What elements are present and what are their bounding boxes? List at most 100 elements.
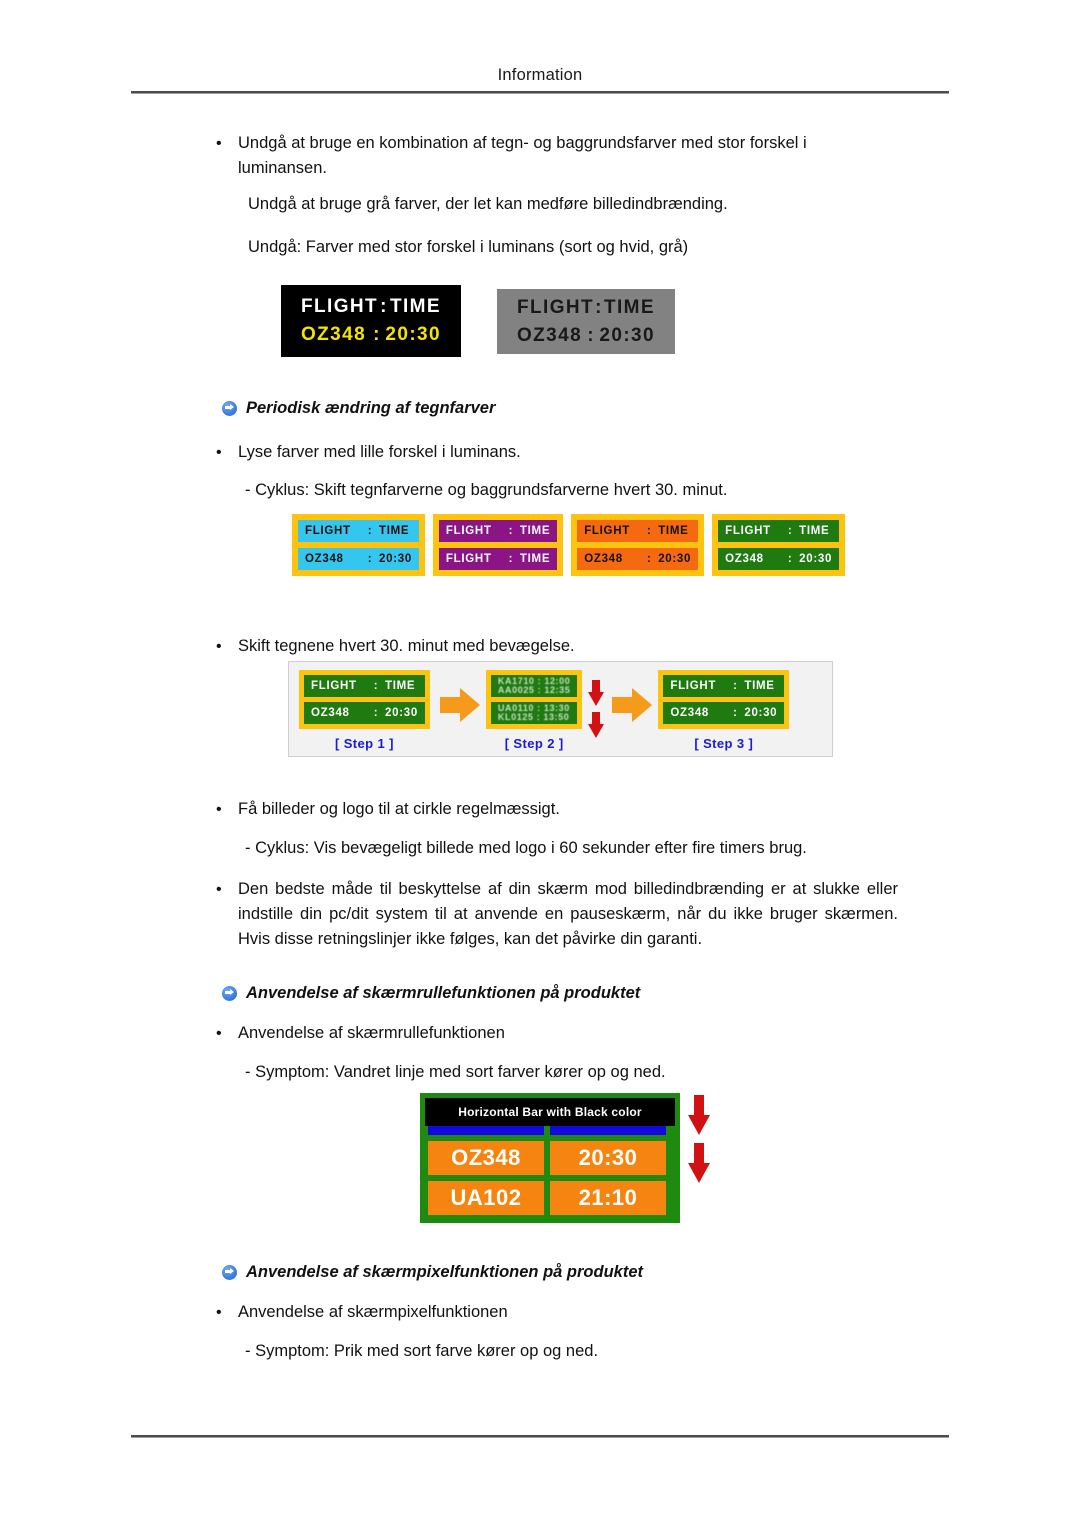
step-1-head-sep: : — [373, 680, 379, 692]
step-3: FLIGHT : TIME OZ348 : 20:30 [ Step 3 ] — [658, 670, 790, 751]
step-2-board: KA1710 : 12:00 AA0025 : 12:35 UA0110 : 1… — [485, 670, 583, 729]
section-heading-colorcycle-text: Periodisk ændring af tegnfarver — [246, 399, 496, 417]
cycle-green-head-col2: TIME — [799, 525, 830, 537]
cycle-purple-data-col2: TIME — [519, 553, 551, 565]
section-heading-pixel-text: Anvendelse af skærmpixelfunktionen på pr… — [246, 1263, 643, 1281]
bullet-glyph: • — [216, 881, 222, 898]
gray-board-head-col1: FLIGHT — [517, 296, 594, 318]
step-2-label: [ Step 2 ] — [504, 736, 564, 751]
intro-bullet-1: • Undgå at bruge en kombination af tegn-… — [216, 131, 876, 181]
step-3-head-col1: FLIGHT — [670, 680, 717, 692]
step-1-board: FLIGHT : TIME OZ348 : 20:30 — [299, 670, 430, 729]
cycle-orange-head-col1: FLIGHT — [584, 525, 630, 537]
blue-arrow-icon — [222, 401, 237, 416]
bigboard-flight-row-1: OZ348 20:30 — [428, 1141, 672, 1175]
gray-board-head-col2: TIME — [604, 296, 655, 318]
colorcycle-bullet-1-text: Lyse farver med lille forskel i luminans… — [238, 443, 521, 461]
cycle-orange-data-col1: OZ348 — [584, 553, 623, 565]
black-board-data-col1: OZ348 — [301, 324, 367, 345]
step-1-data-col1: OZ348 — [311, 707, 350, 719]
scroll-bullet-1-text: Anvendelse af skærmrullefunktionen — [238, 1024, 505, 1042]
bigboard-row1-col1: OZ348 — [428, 1141, 544, 1175]
cycle-panel-green: FLIGHT : TIME OZ348 : 20:30 — [712, 514, 846, 576]
cycle-panel-cyan: FLIGHT : TIME OZ348 : 20:30 — [292, 514, 425, 576]
arrow-right-icon-1 — [439, 688, 480, 722]
section-heading-pixel: Anvendelse af skærmpixelfunktionen på pr… — [222, 1263, 643, 1282]
color-cycle-panels: FLIGHT : TIME OZ348 : 20:30 FLIGHT : TIM… — [292, 514, 846, 576]
gray-board-data-row: OZ348 : 20:30 — [517, 325, 655, 347]
bigboard-row1-col2: 20:30 — [550, 1141, 666, 1175]
black-board-head-col2: TIME — [390, 296, 441, 317]
arrow-down-icon-large-1 — [688, 1095, 710, 1135]
bullet-glyph: • — [216, 1025, 222, 1042]
step-1-data-col2: 20:30 — [385, 707, 418, 719]
step-3-data-row: OZ348 : 20:30 — [663, 702, 785, 724]
cycle-green-data-row: OZ348 : 20:30 — [718, 548, 840, 570]
colorcycle-bullet-2: • Skift tegnene hvert 30. minut med bevæ… — [216, 634, 876, 659]
colorcycle-bullet-1: • Lyse farver med lille forskel i lumina… — [216, 440, 876, 465]
step-1-head-col2: TIME — [385, 680, 416, 692]
black-board-data-sep: : — [373, 324, 381, 345]
cycle-panel-purple: FLIGHT : TIME FLIGHT : TIME — [432, 514, 564, 576]
cycle-cyan-head-row: FLIGHT : TIME — [298, 520, 419, 542]
step-2-scroll-row-2: UA0110 : 13:30 KL0125 : 13:50 — [490, 702, 578, 724]
black-board-header-row: FLIGHT : TIME — [301, 296, 441, 318]
scroll-sub-1: - Symptom: Vandret linje med sort farver… — [245, 1063, 666, 1081]
step-1-head-row: FLIGHT : TIME — [304, 675, 425, 697]
black-board-head-col1: FLIGHT — [301, 296, 378, 317]
step-1-label: [ Step 1 ] — [335, 736, 394, 751]
step-1-data-row: OZ348 : 20:30 — [304, 702, 425, 724]
flight-board-large: Horizontal Bar with Black color FLIGHT T… — [420, 1093, 680, 1223]
cycle-purple-head-row: FLIGHT : TIME — [438, 520, 558, 542]
gray-board-data-col1: OZ348 — [517, 324, 583, 346]
logo-bullet-1-text: Få billeder og logo til at cirkle regelm… — [238, 800, 560, 818]
cycle-orange-data-row: OZ348 : 20:30 — [577, 548, 699, 570]
arrow-shaft — [694, 1143, 704, 1165]
black-board-data-col2: 20:30 — [385, 324, 441, 345]
step-2-scroll-line-1b: AA0025 : 12:35 — [497, 685, 571, 695]
luminance-board-gray: FLIGHT : TIME OZ348 : 20:30 — [497, 289, 675, 354]
step-3-label: [ Step 3 ] — [694, 736, 754, 751]
cycle-purple-data-col1: FLIGHT — [445, 553, 492, 565]
cycle-purple-head-col1: FLIGHT — [445, 525, 492, 537]
step-1-data-sep: : — [373, 707, 379, 719]
cycle-cyan-data-sep: : — [367, 553, 373, 565]
cycle-orange-data-col2: 20:30 — [658, 553, 692, 565]
step-2-scroll-line-2b: KL0125 : 13:50 — [497, 712, 570, 722]
arrow-down-icon-large-2 — [688, 1143, 710, 1183]
blue-arrow-icon — [222, 986, 237, 1001]
gray-board-header-row: FLIGHT : TIME — [517, 297, 655, 319]
arrow-head — [632, 688, 653, 722]
black-board-data-row: OZ348 : 20:30 — [301, 324, 441, 346]
cycle-panel-orange: FLIGHT : TIME OZ348 : 20:30 — [571, 514, 705, 576]
cycle-cyan-data-col2: 20:30 — [379, 553, 412, 565]
scroll-bullet-1: • Anvendelse af skærmrullefunktionen — [216, 1021, 876, 1046]
cycle-green-data-col1: OZ348 — [725, 553, 764, 565]
pixel-bullet-1-text: Anvendelse af skærmpixelfunktionen — [238, 1303, 508, 1321]
cycle-purple-data-row: FLIGHT : TIME — [438, 548, 558, 570]
intro-bullet-1-text: Undgå at bruge en kombination af tegn- o… — [238, 134, 807, 177]
bigboard-down-arrows — [680, 1093, 722, 1213]
step-2-scroll-row-1: KA1710 : 12:00 AA0025 : 12:35 — [490, 675, 578, 697]
cycle-cyan-head-col2: TIME — [379, 525, 410, 537]
bullet-glyph: • — [216, 444, 222, 461]
step-sequence: FLIGHT : TIME OZ348 : 20:30 [ Step 1 ] K… — [288, 661, 833, 757]
cycle-cyan-head-sep: : — [367, 525, 373, 537]
arrow-head — [688, 1163, 710, 1183]
cycle-green-data-sep: : — [787, 553, 793, 565]
cycle-green-head-sep: : — [787, 525, 793, 537]
cycle-green-data-col2: 20:30 — [799, 553, 833, 565]
black-bar-overlay: Horizontal Bar with Black color — [425, 1098, 675, 1126]
cycle-green-head-row: FLIGHT : TIME — [718, 520, 840, 542]
gray-board-data-col2: 20:30 — [599, 324, 655, 346]
cycle-green-head-col1: FLIGHT — [725, 525, 771, 537]
logo-bullet-2: • Den bedste måde til beskyttelse af din… — [216, 877, 904, 952]
bullet-glyph: • — [216, 801, 222, 818]
section-heading-scroll-text: Anvendelse af skærmrullefunktionen på pr… — [246, 984, 641, 1002]
cycle-cyan-data-row: OZ348 : 20:30 — [298, 548, 419, 570]
pixel-bullet-1: • Anvendelse af skærmpixelfunktionen — [216, 1300, 876, 1325]
arrow-head — [459, 688, 480, 722]
colorcycle-bullet-2-text: Skift tegnene hvert 30. minut med bevæge… — [238, 637, 575, 655]
blue-arrow-icon — [222, 1265, 237, 1280]
colorcycle-sub-1: - Cyklus: Skift tegnfarverne og baggrund… — [245, 481, 728, 499]
